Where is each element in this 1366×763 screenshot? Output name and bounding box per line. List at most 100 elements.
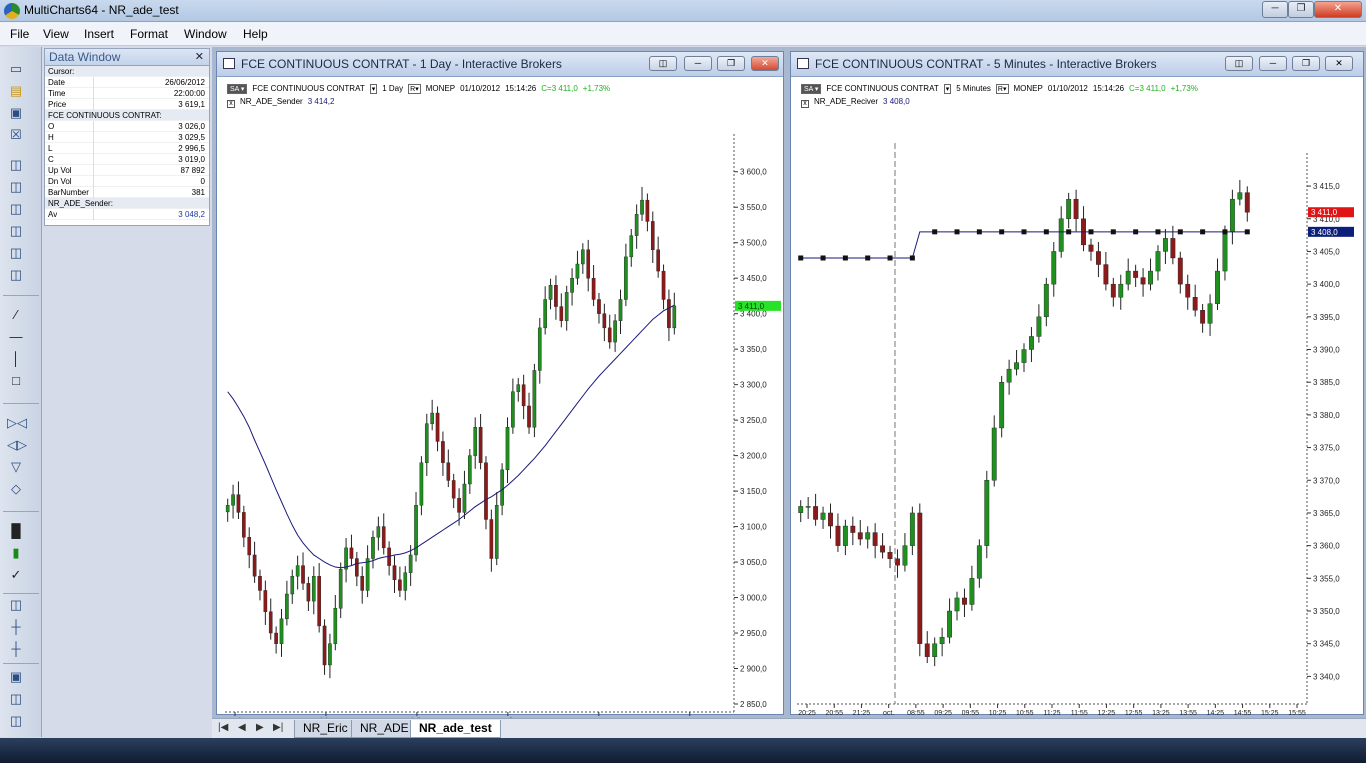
minimize-button[interactable]: ─ bbox=[1262, 1, 1288, 18]
study-marker bbox=[820, 255, 826, 261]
save-icon[interactable]: ▣ bbox=[7, 105, 25, 121]
sheet-tab-nr-eric[interactable]: NR_Eric bbox=[294, 720, 357, 738]
zoom-vertical-icon[interactable]: ▽ bbox=[7, 459, 25, 475]
time-tick-label: 15:55 bbox=[1288, 710, 1306, 717]
rectangle-icon[interactable]: □ bbox=[7, 373, 25, 389]
chart-minimize-button[interactable]: ─ bbox=[1259, 56, 1287, 71]
indicator-icon[interactable]: ◫ bbox=[7, 245, 25, 261]
cursor-crosshair-icon[interactable]: ┼ bbox=[7, 619, 25, 635]
chart-close-button[interactable]: ✕ bbox=[751, 56, 779, 71]
candle-body bbox=[842, 525, 848, 546]
candle-body bbox=[376, 526, 381, 538]
close-button[interactable]: ✕ bbox=[1314, 1, 1362, 18]
last-sheet-button[interactable]: ▶| bbox=[273, 722, 283, 733]
candle-body bbox=[1244, 192, 1250, 213]
candlestick-icon[interactable]: ▮ bbox=[7, 545, 25, 561]
candle-body bbox=[917, 512, 923, 644]
time-tick-label: 11:25 bbox=[1044, 710, 1061, 717]
candle-body bbox=[624, 256, 628, 300]
chart-window-icon[interactable]: ▣ bbox=[7, 669, 25, 685]
five-minute-chart-plot[interactable]: 3 415,03 410,03 405,03 400,03 395,03 390… bbox=[791, 78, 1363, 718]
last-price-tag-label: 3 411,0 bbox=[1311, 208, 1338, 217]
candle-body bbox=[1021, 349, 1027, 363]
candle-body bbox=[462, 483, 467, 513]
menu-window[interactable]: Window bbox=[184, 27, 227, 41]
candle-body bbox=[805, 506, 811, 508]
strategy-icon[interactable]: ◫ bbox=[7, 267, 25, 283]
sheet-tab-nr-ade[interactable]: NR_ADE bbox=[351, 720, 418, 738]
chart-restore-button[interactable]: ❐ bbox=[1292, 56, 1320, 71]
chart-minimize-button[interactable]: ─ bbox=[684, 56, 712, 71]
vertical-line-icon[interactable]: │ bbox=[7, 351, 25, 367]
menu-insert[interactable]: Insert bbox=[84, 27, 114, 41]
sheet-tab-nr-ade-test[interactable]: NR_ade_test bbox=[410, 720, 501, 738]
menu-view[interactable]: View bbox=[43, 27, 69, 41]
candle-body bbox=[311, 576, 316, 602]
candle-body bbox=[591, 277, 596, 300]
candle-body bbox=[505, 427, 510, 471]
data-window-close-icon[interactable]: ✕ bbox=[195, 50, 204, 63]
close-workspace-icon[interactable]: ☒ bbox=[7, 127, 25, 143]
candle-body bbox=[880, 545, 886, 553]
candle-body bbox=[984, 480, 990, 546]
data-window-key: Price bbox=[48, 100, 67, 109]
candle-body bbox=[338, 568, 343, 609]
menu-format[interactable]: Format bbox=[130, 27, 168, 41]
chart-window-daily[interactable]: FCE CONTINUOUS CONTRAT - 1 Day - Interac… bbox=[216, 51, 784, 722]
candle-body bbox=[1170, 238, 1176, 259]
candle-body bbox=[672, 305, 677, 329]
dom-icon[interactable]: ◫ bbox=[7, 713, 25, 729]
daily-chart-plot[interactable]: 3 600,0 3 550,0 3 500,0 3 450,0 3 400,0 3 350… bbox=[217, 78, 783, 722]
chart-restore-button[interactable]: ❐ bbox=[717, 56, 745, 71]
cursor-ruler-icon[interactable]: ┼ bbox=[7, 641, 25, 657]
candle-body bbox=[548, 285, 553, 300]
candle-body bbox=[355, 558, 359, 577]
chart-window-5min[interactable]: FCE CONTINUOUS CONTRAT - 5 Minutes - Int… bbox=[790, 51, 1364, 718]
candle-body bbox=[290, 576, 295, 595]
open-folder-icon[interactable]: ▤ bbox=[7, 83, 25, 99]
format-icon[interactable]: ◫ bbox=[7, 223, 25, 239]
horizontal-line-icon[interactable]: — bbox=[7, 329, 25, 345]
study-marker bbox=[1021, 229, 1027, 235]
candle-body bbox=[798, 506, 804, 513]
candle-body bbox=[301, 565, 305, 584]
candle-body bbox=[435, 412, 440, 442]
candle-body bbox=[554, 285, 558, 307]
candle-body bbox=[1088, 244, 1094, 252]
chart-close-button[interactable]: ✕ bbox=[1325, 56, 1353, 71]
data-window-icon[interactable]: ◫ bbox=[7, 597, 25, 613]
zoom-horizontal-icon[interactable]: ▷◁ bbox=[7, 415, 27, 431]
study-marker bbox=[1043, 229, 1049, 235]
first-sheet-button[interactable]: |◀ bbox=[218, 722, 228, 733]
insert-study-icon[interactable]: ◫ bbox=[7, 179, 25, 195]
trendline-icon[interactable]: ∕ bbox=[7, 307, 25, 323]
scroll-vertical-icon[interactable]: ◇ bbox=[7, 481, 25, 497]
menu-help[interactable]: Help bbox=[243, 27, 268, 41]
candle-body bbox=[242, 512, 246, 538]
bar-chart-icon[interactable]: █ bbox=[7, 523, 25, 539]
market-scanner-icon[interactable]: ◫ bbox=[7, 691, 25, 707]
time-tick-label: 15:25 bbox=[1261, 710, 1279, 717]
insert-signal-icon[interactable]: ◫ bbox=[7, 201, 25, 217]
candle-body bbox=[613, 320, 617, 343]
candle-body bbox=[667, 299, 671, 329]
data-window-row: FCE CONTINUOUS CONTRAT: bbox=[45, 110, 209, 121]
prev-sheet-button[interactable]: ◀ bbox=[238, 722, 246, 733]
chart-format-button[interactable]: ◫ bbox=[1225, 56, 1253, 71]
price-tick-label: 3 350,0 bbox=[740, 345, 767, 354]
sheet-tabs-bar: |◀ ◀ ▶ ▶| NR_Eric NR_ADE NR_ade_test bbox=[212, 718, 1366, 738]
candle-body bbox=[1133, 270, 1139, 278]
menu-file[interactable]: File bbox=[10, 27, 29, 41]
maximize-button[interactable]: ❐ bbox=[1288, 1, 1314, 18]
study-marker bbox=[909, 255, 915, 261]
new-workspace-icon[interactable]: ▭ bbox=[7, 61, 25, 77]
insert-symbol-icon[interactable]: ◫ bbox=[7, 157, 25, 173]
data-window-rows: Cursor: Date 26/06/2012 Time 22:00:00 Price 3 … bbox=[45, 66, 209, 220]
chart-format-button[interactable]: ◫ bbox=[649, 56, 677, 71]
checkmark-icon[interactable]: ✓ bbox=[7, 567, 25, 583]
candle-body bbox=[939, 636, 945, 644]
next-sheet-button[interactable]: ▶ bbox=[256, 722, 264, 733]
scroll-horizontal-icon[interactable]: ◁▷ bbox=[7, 437, 27, 453]
data-window-row: Cursor: bbox=[45, 66, 209, 77]
data-window-row: NR_ADE_Sender: bbox=[45, 198, 209, 209]
